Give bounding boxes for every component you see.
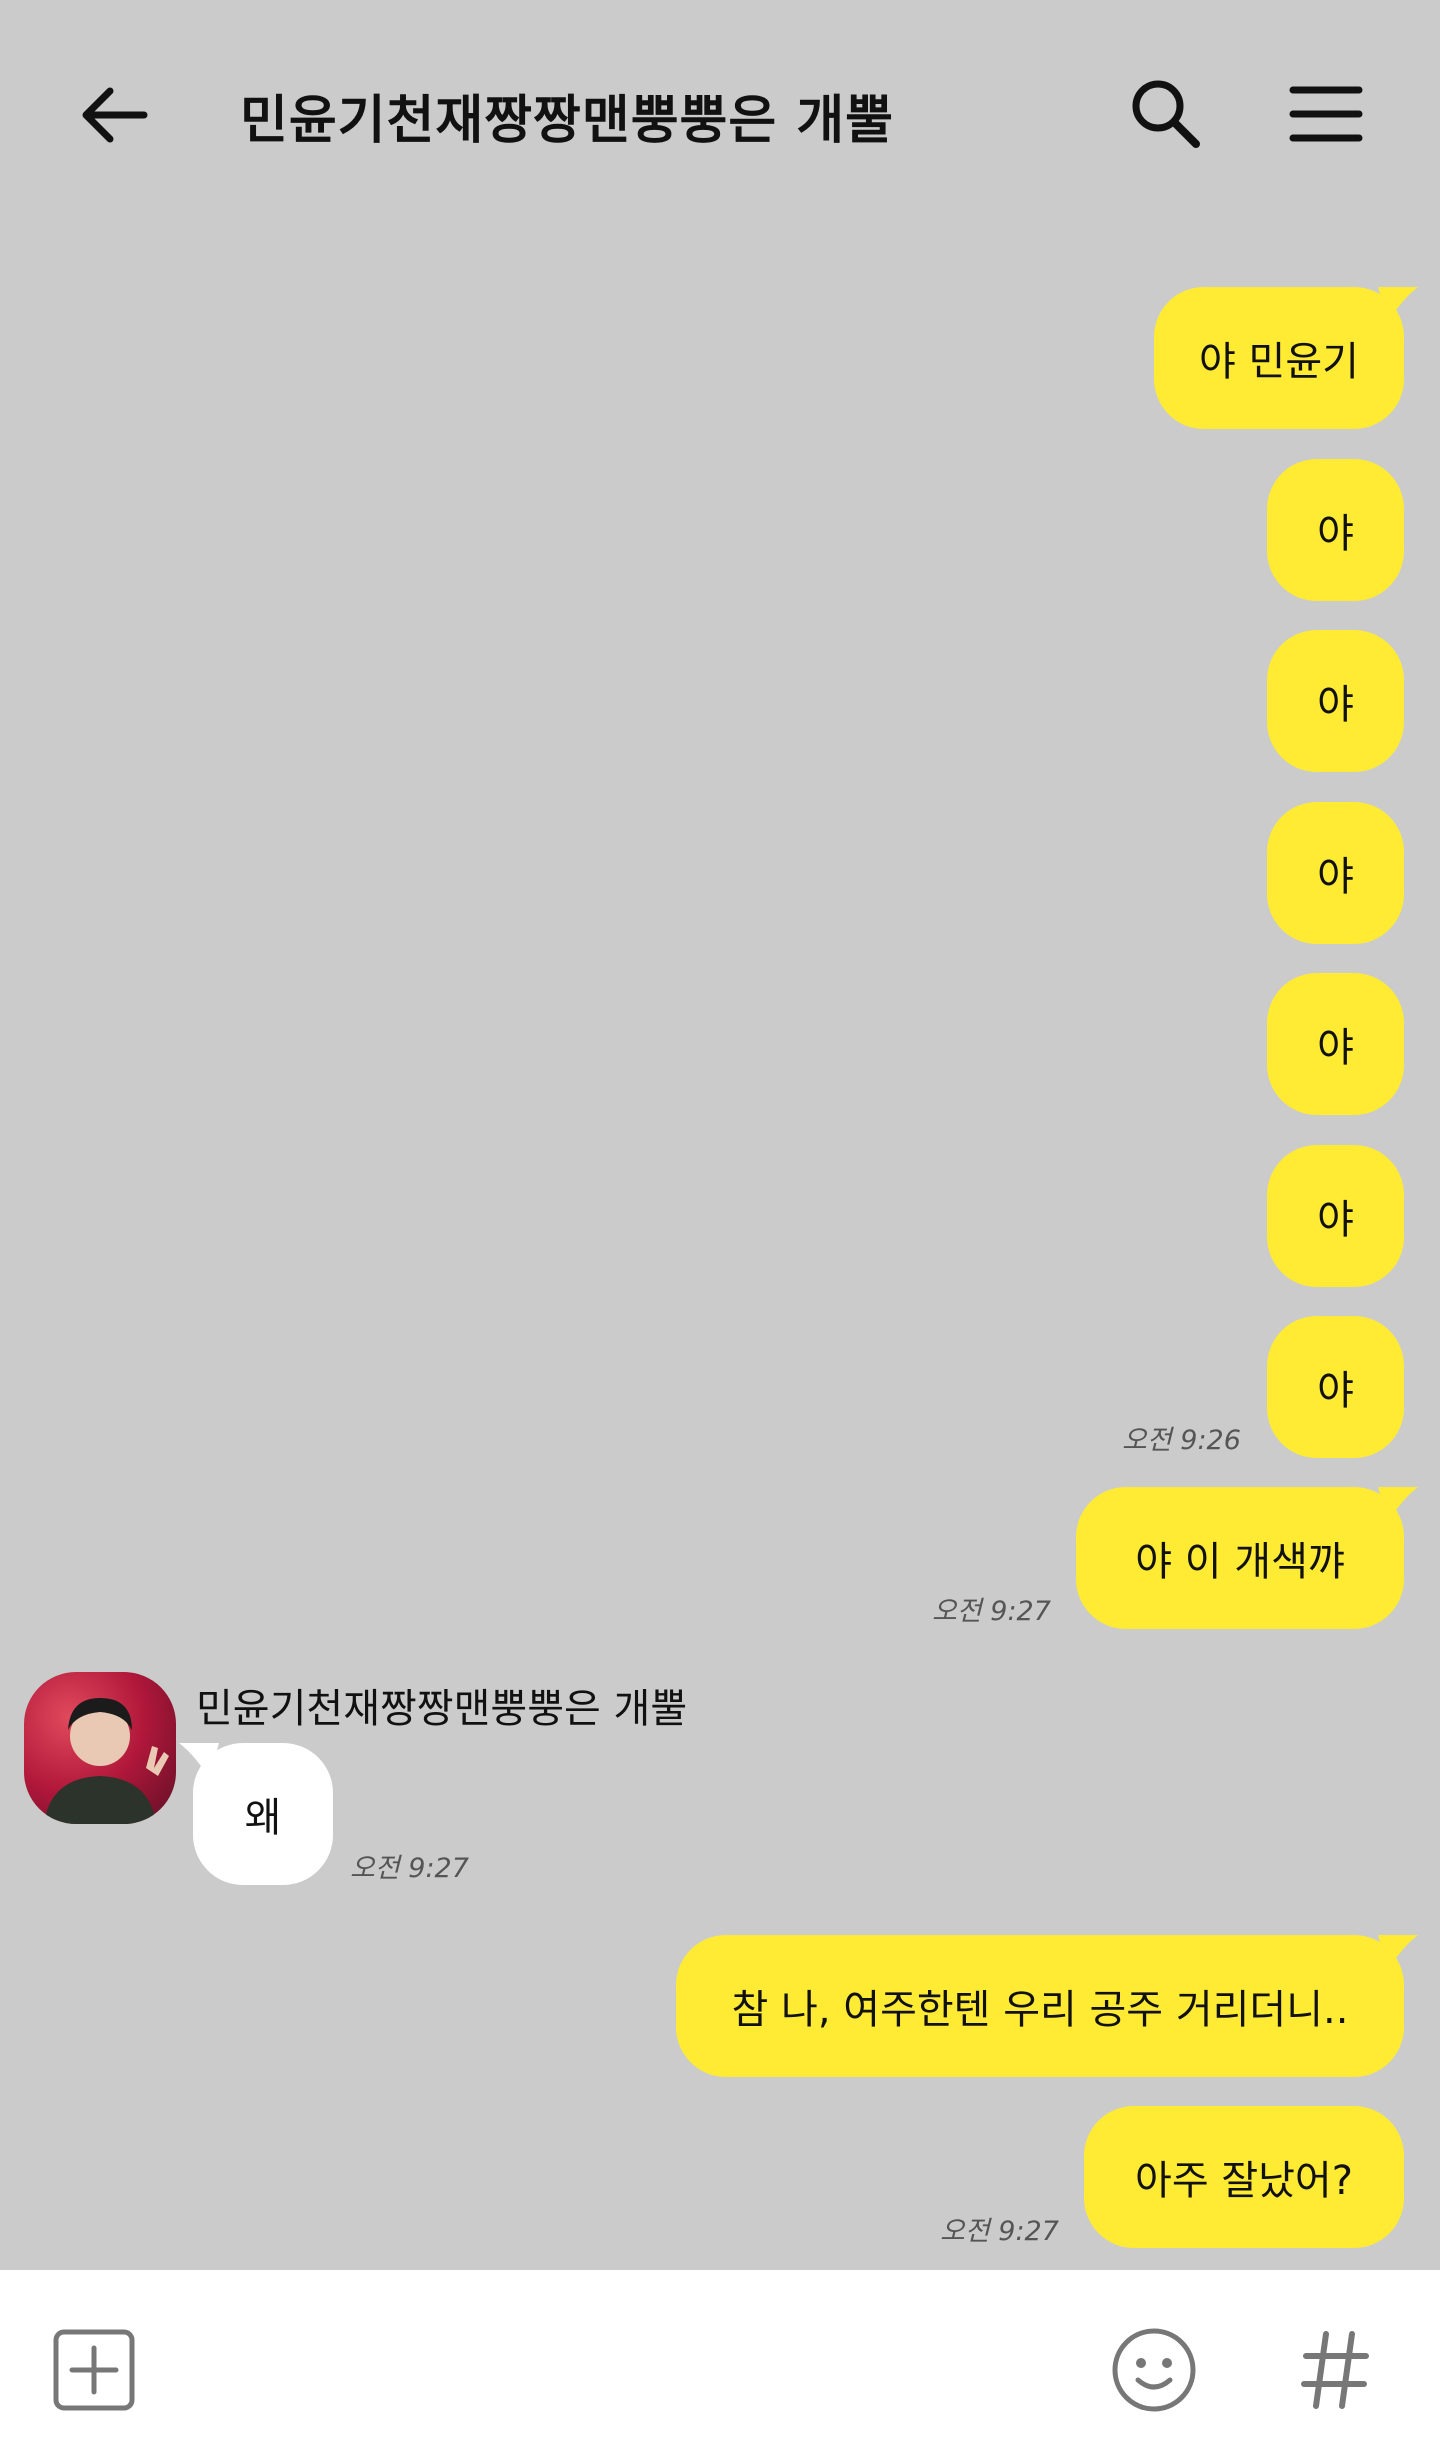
- my-message-bubble[interactable]: 야: [1267, 802, 1404, 944]
- input-bar: [0, 2270, 1440, 2464]
- message-time: 오전 9:26: [1122, 1425, 1241, 1456]
- bubble-tail: [179, 1743, 219, 1779]
- menu-button[interactable]: [1280, 68, 1372, 160]
- my-message-bubble[interactable]: 야: [1267, 459, 1404, 601]
- emoji-button[interactable]: [1110, 2326, 1198, 2414]
- hashtag-button[interactable]: [1300, 2328, 1370, 2412]
- my-message-bubble[interactable]: 야: [1267, 973, 1404, 1115]
- message-text: 야 이 개색꺄: [1135, 1539, 1345, 1585]
- message-text: 야: [1317, 682, 1354, 728]
- profile-photo: [44, 1698, 169, 1824]
- my-message-bubble[interactable]: 아주 잘났어?: [1084, 2106, 1404, 2248]
- bubble-tail: [1378, 287, 1418, 323]
- message-text: 야: [1317, 1025, 1354, 1071]
- message-text: 참 나, 여주한텐 우리 공주 거리더니..: [731, 1987, 1349, 2033]
- search-icon: [1132, 80, 1200, 148]
- back-button[interactable]: [70, 70, 160, 160]
- smiley-icon: [1112, 2328, 1196, 2412]
- message-text: 야: [1317, 1368, 1354, 1414]
- bubble-tail: [1378, 1935, 1418, 1971]
- message-text: 야: [1317, 511, 1354, 557]
- message-text: 야 민윤기: [1199, 339, 1359, 385]
- my-message-bubble[interactable]: 야: [1267, 1145, 1404, 1287]
- search-button[interactable]: [1120, 68, 1212, 160]
- message-text: 왜: [244, 1795, 282, 1841]
- message-time: 오전 9:27: [932, 1596, 1051, 1627]
- chat-header: 민윤기천재짱짱맨뿡뿡은 개뿔: [0, 0, 1440, 225]
- avatar[interactable]: [24, 1672, 176, 1824]
- my-message-bubble[interactable]: 야: [1267, 1316, 1404, 1458]
- message-time: 오전 9:27: [350, 1853, 469, 1884]
- my-message-bubble[interactable]: 야: [1267, 630, 1404, 772]
- my-message-bubble[interactable]: 참 나, 여주한텐 우리 공주 거리더니..: [676, 1935, 1418, 2077]
- message-time: 오전 9:27: [940, 2216, 1059, 2247]
- my-message-bubble[interactable]: 야 민윤기: [1154, 287, 1418, 429]
- other-message-bubble[interactable]: 왜: [179, 1743, 333, 1885]
- hash-icon: [1301, 2331, 1369, 2409]
- hamburger-menu-icon: [1289, 86, 1363, 142]
- message-text: 야: [1317, 854, 1354, 900]
- bubble-tail: [1378, 1487, 1418, 1523]
- message-text: 야: [1317, 1197, 1354, 1243]
- sender-name: 민윤기천재짱짱맨뿡뿡은 개뿔: [196, 1686, 688, 1732]
- attach-button[interactable]: [52, 2328, 136, 2412]
- plus-box-icon: [53, 2329, 135, 2411]
- chat-title: 민윤기천재짱짱맨뿡뿡은 개뿔: [240, 91, 895, 151]
- message-text: 아주 잘났어?: [1135, 2158, 1353, 2204]
- arrow-left-icon: [82, 87, 148, 143]
- my-message-bubble[interactable]: 야 이 개색꺄: [1076, 1487, 1418, 1629]
